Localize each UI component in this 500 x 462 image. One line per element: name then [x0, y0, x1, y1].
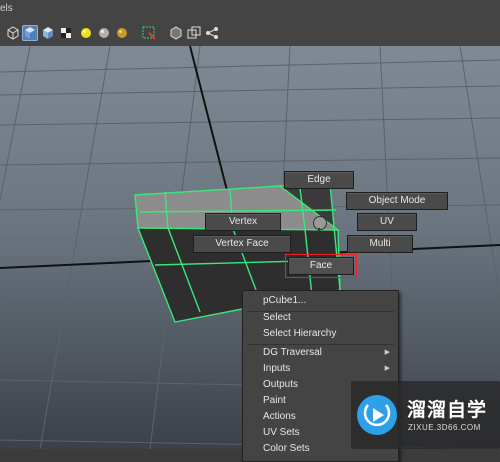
yellow-light-icon[interactable]: [78, 25, 94, 41]
edge-button[interactable]: Edge: [284, 171, 354, 189]
box-icon[interactable]: [168, 25, 184, 41]
grid-axis-line-vertical: [189, 46, 233, 211]
share-icon[interactable]: [204, 25, 220, 41]
gold-sphere-icon[interactable]: [114, 25, 130, 41]
menu-item-pcube1[interactable]: pCube1...: [243, 293, 398, 309]
textured-cube-icon[interactable]: [40, 25, 56, 41]
vertex-face-button[interactable]: Vertex Face: [193, 235, 291, 253]
submenu-arrow-icon: ▶: [384, 349, 390, 356]
shaded-cube-icon[interactable]: [22, 25, 38, 41]
viewport-toolbar: [0, 22, 500, 47]
menu-bar-label[interactable]: els: [0, 3, 13, 14]
checker-icon[interactable]: [58, 25, 74, 41]
object-mode-button[interactable]: Object Mode: [346, 192, 448, 210]
multi-button[interactable]: Multi: [347, 235, 413, 253]
select-region-icon[interactable]: [141, 25, 157, 41]
menu-item-inputs[interactable]: Inputs ▶: [243, 361, 398, 377]
copy-icon[interactable]: [186, 25, 202, 41]
menu-item-select-hierarchy[interactable]: Select Hierarchy: [243, 326, 398, 342]
watermark-url: ZIXUE.3D66.COM: [408, 423, 481, 432]
play-logo-icon: [357, 395, 397, 435]
pivot-stem: [318, 228, 320, 234]
pivot-icon: [313, 216, 327, 230]
menu-item-select[interactable]: Select: [243, 310, 398, 326]
grey-sphere-icon[interactable]: [96, 25, 112, 41]
watermark: 溜溜自学 ZIXUE.3D66.COM: [351, 381, 500, 449]
vertex-button[interactable]: Vertex: [205, 213, 281, 231]
menu-item-dg-traversal[interactable]: DG Traversal ▶: [243, 345, 398, 361]
submenu-arrow-icon: ▶: [384, 365, 390, 372]
watermark-name: 溜溜自学: [407, 399, 488, 421]
wireframe-cube-icon[interactable]: [5, 25, 21, 41]
uv-button[interactable]: UV: [357, 213, 417, 231]
face-button[interactable]: Face: [285, 254, 357, 278]
menu-bar: els: [0, 0, 500, 23]
